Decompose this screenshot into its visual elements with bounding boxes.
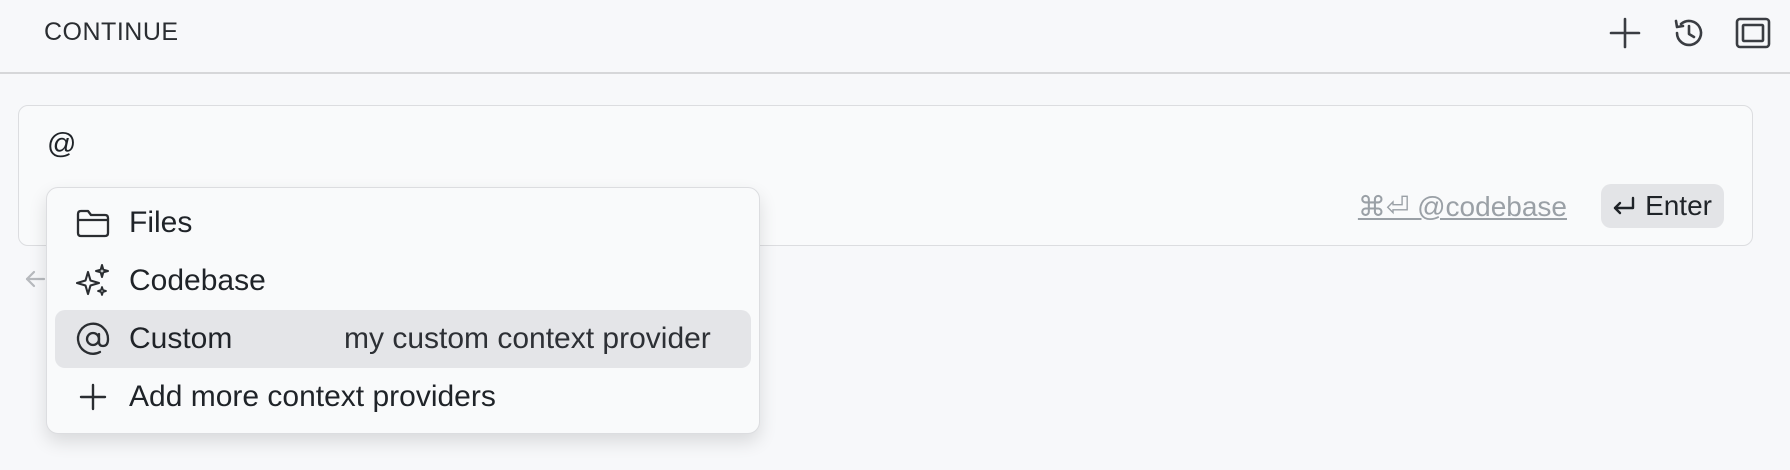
enter-button-label: Enter bbox=[1645, 190, 1712, 221]
chat-input-text[interactable]: @ bbox=[47, 128, 76, 161]
dropdown-item-label: Codebase bbox=[129, 264, 266, 297]
header-actions bbox=[1604, 12, 1774, 54]
return-icon bbox=[1613, 196, 1635, 215]
plus-icon bbox=[73, 377, 113, 417]
dropdown-item-custom[interactable]: Custom my custom context provider bbox=[55, 310, 751, 368]
folder-icon bbox=[73, 203, 113, 243]
at-icon bbox=[73, 319, 113, 359]
history-button[interactable] bbox=[1668, 12, 1710, 54]
context-provider-dropdown: Files Codebase Custom my custom context … bbox=[46, 187, 760, 434]
history-icon bbox=[1674, 19, 1703, 47]
codebase-shortcut-link[interactable]: ⌘⏎ @codebase bbox=[1358, 190, 1567, 223]
dropdown-item-add-more[interactable]: Add more context providers bbox=[55, 368, 751, 426]
header-bar: CONTINUE bbox=[0, 0, 1790, 74]
dropdown-item-codebase[interactable]: Codebase bbox=[55, 252, 751, 310]
back-arrow-icon[interactable] bbox=[24, 268, 46, 295]
app-title: CONTINUE bbox=[44, 18, 179, 46]
dropdown-item-label: Custom bbox=[129, 322, 233, 355]
fullscreen-button[interactable] bbox=[1732, 12, 1774, 54]
plus-icon bbox=[1609, 17, 1641, 49]
dropdown-item-description: my custom context provider bbox=[344, 322, 711, 355]
dropdown-item-label: Add more context providers bbox=[129, 380, 496, 413]
enter-button[interactable]: Enter bbox=[1601, 184, 1724, 228]
new-session-button[interactable] bbox=[1604, 12, 1646, 54]
dropdown-item-files[interactable]: Files bbox=[55, 194, 751, 252]
fullscreen-icon bbox=[1735, 17, 1771, 49]
sparkles-icon bbox=[73, 261, 113, 301]
dropdown-item-label: Files bbox=[129, 206, 193, 239]
